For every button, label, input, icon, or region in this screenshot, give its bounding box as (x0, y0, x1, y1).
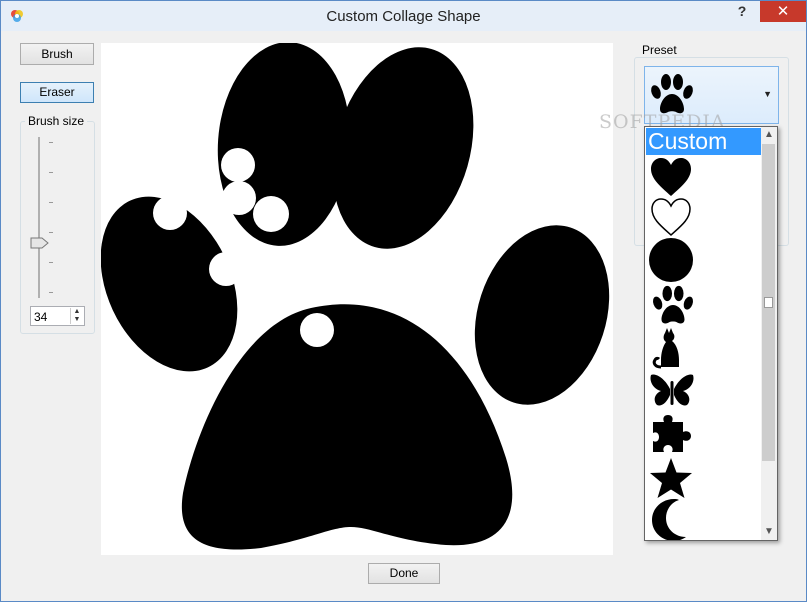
slider-tick (49, 172, 53, 173)
crescent-moon-icon (652, 499, 686, 540)
dialog-window: Custom Collage Shape ? ✕ Brush Eraser Br… (0, 0, 807, 602)
help-button[interactable]: ? (732, 3, 752, 23)
slider-tick (49, 202, 53, 203)
brush-size-group (20, 121, 95, 334)
chevron-down-icon[interactable]: ▼ (763, 89, 772, 99)
preset-option-heart-outline[interactable] (646, 194, 763, 239)
slider-tick (49, 142, 53, 143)
preset-option-puzzle-piece[interactable] (646, 412, 763, 457)
scrollbar-grip (764, 297, 773, 308)
paw-shape (100, 42, 610, 550)
brush-button[interactable]: Brush (20, 43, 94, 65)
slider-tick (49, 292, 53, 293)
done-button[interactable]: Done (368, 563, 440, 584)
preset-option-crescent-moon[interactable] (646, 495, 763, 540)
brush-size-value[interactable]: 34 (34, 310, 47, 324)
eraser-button[interactable]: Eraser (20, 82, 94, 103)
slider-tick (49, 232, 53, 233)
preset-option-butterfly[interactable] (646, 367, 763, 412)
preset-dropdown-list[interactable]: Custom ▲ ▼ (644, 126, 778, 541)
slider-tick (49, 262, 53, 263)
brush-size-slider-thumb[interactable] (30, 237, 49, 249)
preset-option-circle[interactable] (646, 236, 763, 282)
heart-outline-icon (651, 198, 691, 237)
preset-option-paw[interactable] (646, 280, 763, 325)
preset-label: Preset (639, 43, 680, 57)
paw-icon (653, 285, 693, 324)
preset-option-star[interactable] (646, 455, 763, 500)
shape-canvas[interactable] (100, 42, 613, 555)
window-title: Custom Collage Shape (326, 8, 481, 25)
preset-option-custom[interactable]: Custom (646, 128, 763, 155)
spin-arrows[interactable]: ▲ ▼ (70, 308, 83, 324)
title-bar[interactable]: Custom Collage Shape ? ✕ (1, 1, 806, 31)
preset-option-cat[interactable] (646, 325, 763, 370)
scrollbar-thumb[interactable] (762, 144, 775, 461)
heart-filled-icon (651, 158, 691, 196)
brush-size-spinbox[interactable]: 34 ▲ ▼ (30, 306, 85, 326)
close-button[interactable]: ✕ (760, 1, 806, 22)
scroll-down-arrow-icon[interactable]: ▼ (761, 524, 777, 540)
brush-size-label: Brush size (25, 114, 88, 128)
brush-size-slider-track[interactable] (38, 137, 40, 298)
cat-icon (652, 328, 679, 369)
butterfly-icon (650, 374, 694, 406)
preset-option-heart-filled[interactable] (646, 154, 763, 199)
scroll-up-arrow-icon[interactable]: ▲ (761, 127, 777, 143)
circle-icon (649, 238, 693, 282)
dropdown-scrollbar[interactable]: ▲ ▼ (761, 127, 777, 540)
puzzle-piece-icon (653, 415, 691, 452)
